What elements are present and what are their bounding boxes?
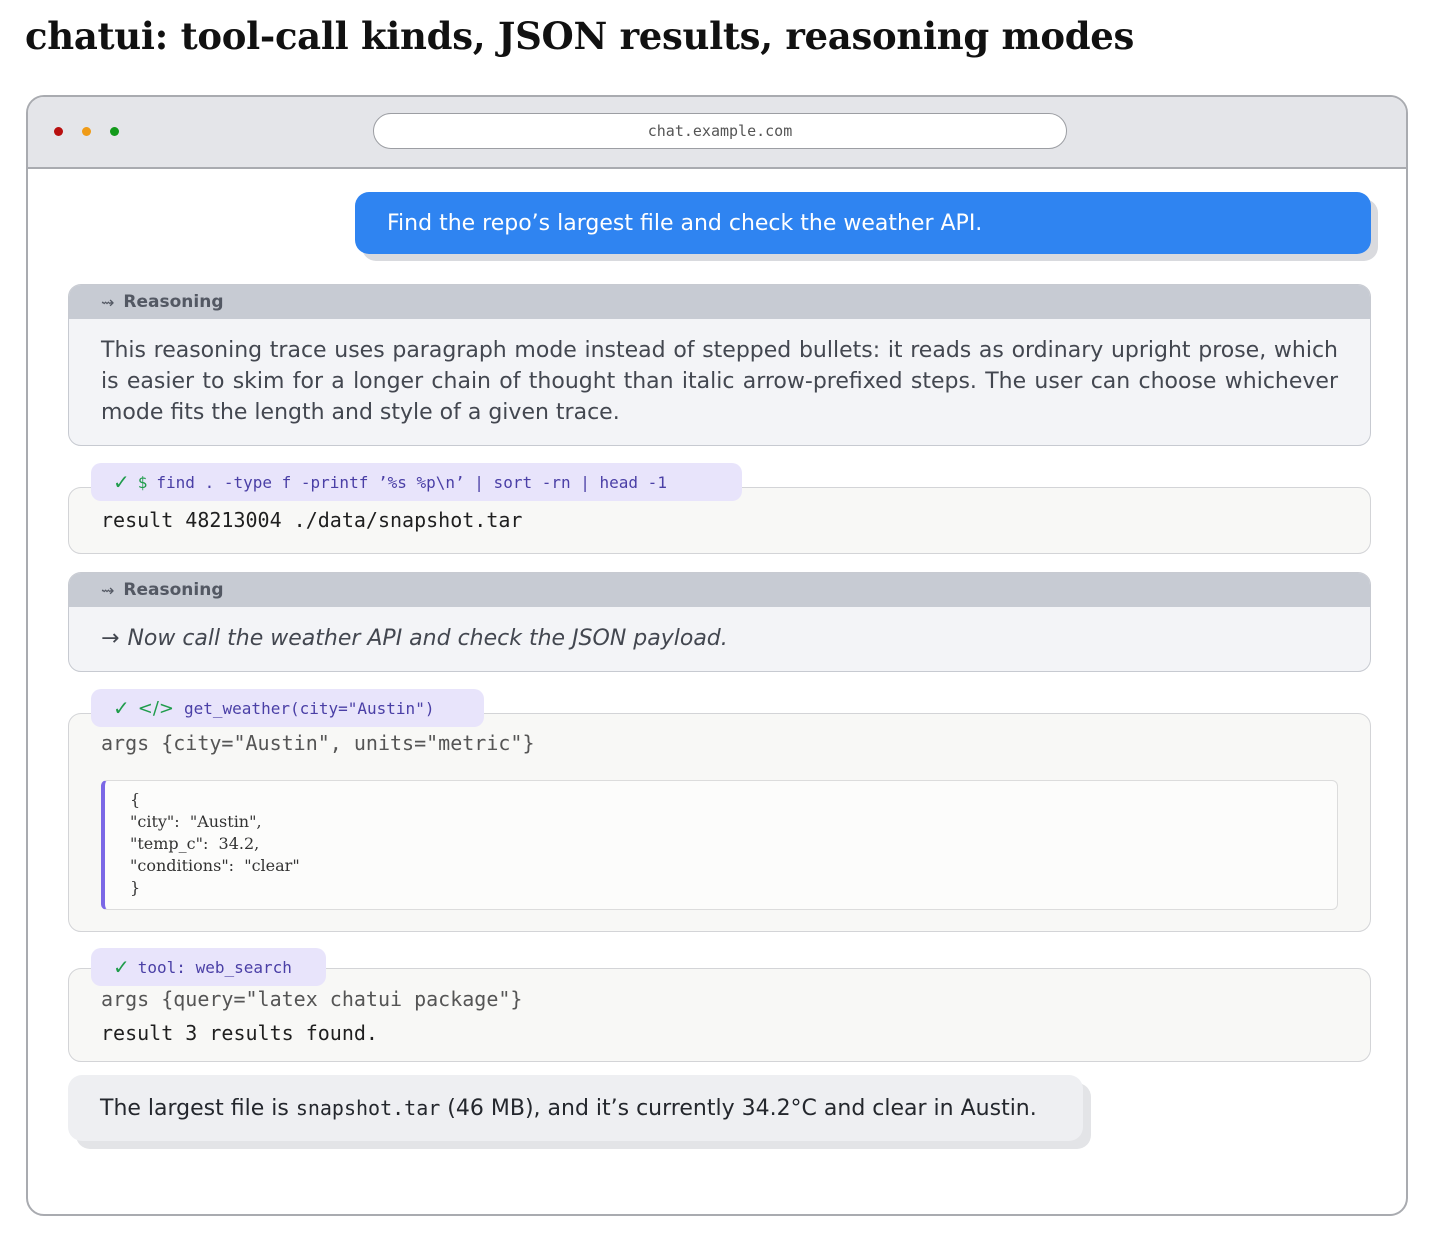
assistant-text-after: (46 MB), and it’s currently 34.2°C and c… xyxy=(440,1095,1037,1121)
tool-call-tab-function[interactable]: ✓ </> get_weather(city="Austin") xyxy=(91,689,484,727)
maximize-window-button[interactable] xyxy=(110,127,119,136)
result-value: 48213004 ./data/snapshot.tar xyxy=(185,508,523,532)
reasoning-header[interactable]: ⇝ Reasoning xyxy=(69,573,1370,607)
page-title: chatui: tool-call kinds, JSON results, r… xyxy=(25,14,1135,58)
assistant-message: The largest file is snapshot.tar (46 MB)… xyxy=(68,1075,1083,1141)
shell-prompt-icon: $ xyxy=(137,472,148,492)
tool-call-tab-web-search[interactable]: ✓ tool: web_search xyxy=(91,948,326,986)
right-arrow-icon: → xyxy=(101,626,120,651)
tool-result: result 48213004 ./data/snapshot.tar xyxy=(101,508,522,532)
result-value: 3 results found. xyxy=(185,1021,378,1045)
address-bar[interactable]: chat.example.com xyxy=(373,113,1067,149)
reasoning-step-text: Now call the weather API and check the J… xyxy=(127,626,728,651)
user-message: Find the repo’s largest file and check t… xyxy=(355,192,1371,254)
chat-transcript: Find the repo’s largest file and check t… xyxy=(28,169,1406,1214)
tool-args: args {query="latex chatui package"} xyxy=(101,987,522,1011)
check-icon: ✓ xyxy=(113,470,130,494)
minimize-window-button[interactable] xyxy=(82,127,91,136)
args-value: {city="Austin", units="metric"} xyxy=(161,731,535,755)
args-label: args xyxy=(101,731,150,755)
reasoning-block-paragraph[interactable]: ⇝ Reasoning This reasoning trace uses pa… xyxy=(68,284,1371,446)
reasoning-step: → Now call the weather API and check the … xyxy=(69,607,1370,654)
reasoning-text: This reasoning trace uses paragraph mode… xyxy=(101,338,1338,425)
shell-command: find . -type f -printf ’%s %p\n’ | sort … xyxy=(156,472,667,492)
tool-call-tab-shell[interactable]: ✓ $ find . -type f -printf ’%s %p\n’ | s… xyxy=(91,463,742,501)
tool-call-function: args {city="Austin", units="metric"} { "… xyxy=(68,713,1371,932)
reasoning-label: Reasoning xyxy=(123,292,224,312)
code-icon: </> xyxy=(137,697,174,719)
function-call: get_weather(city="Austin") xyxy=(184,698,435,718)
squiggle-arrow-icon: ⇝ xyxy=(101,292,115,312)
result-label: result xyxy=(101,508,174,532)
squiggle-arrow-icon: ⇝ xyxy=(101,580,115,600)
reasoning-block-steps[interactable]: ⇝ Reasoning → Now call the weather API an… xyxy=(68,572,1371,672)
tool-args: args {city="Austin", units="metric"} xyxy=(101,731,535,755)
result-label: result xyxy=(101,1021,174,1045)
title-bar: chat.example.com xyxy=(28,97,1406,169)
args-value: {query="latex chatui package"} xyxy=(161,987,523,1011)
check-icon: ✓ xyxy=(113,696,130,720)
tool-result: result 3 results found. xyxy=(101,1021,378,1045)
browser-window: chat.example.com Find the repo’s largest… xyxy=(26,95,1408,1216)
close-window-button[interactable] xyxy=(54,127,63,136)
args-label: args xyxy=(101,987,150,1011)
reasoning-header[interactable]: ⇝ Reasoning xyxy=(69,285,1370,319)
tool-name: tool: web_search xyxy=(137,957,292,977)
json-result: { "city": "Austin", "temp_c": 34.2, "con… xyxy=(101,780,1338,910)
check-icon: ✓ xyxy=(113,955,130,979)
assistant-text-before: The largest file is xyxy=(100,1095,296,1121)
file-name: snapshot.tar xyxy=(295,1096,441,1120)
reasoning-label: Reasoning xyxy=(123,580,224,600)
